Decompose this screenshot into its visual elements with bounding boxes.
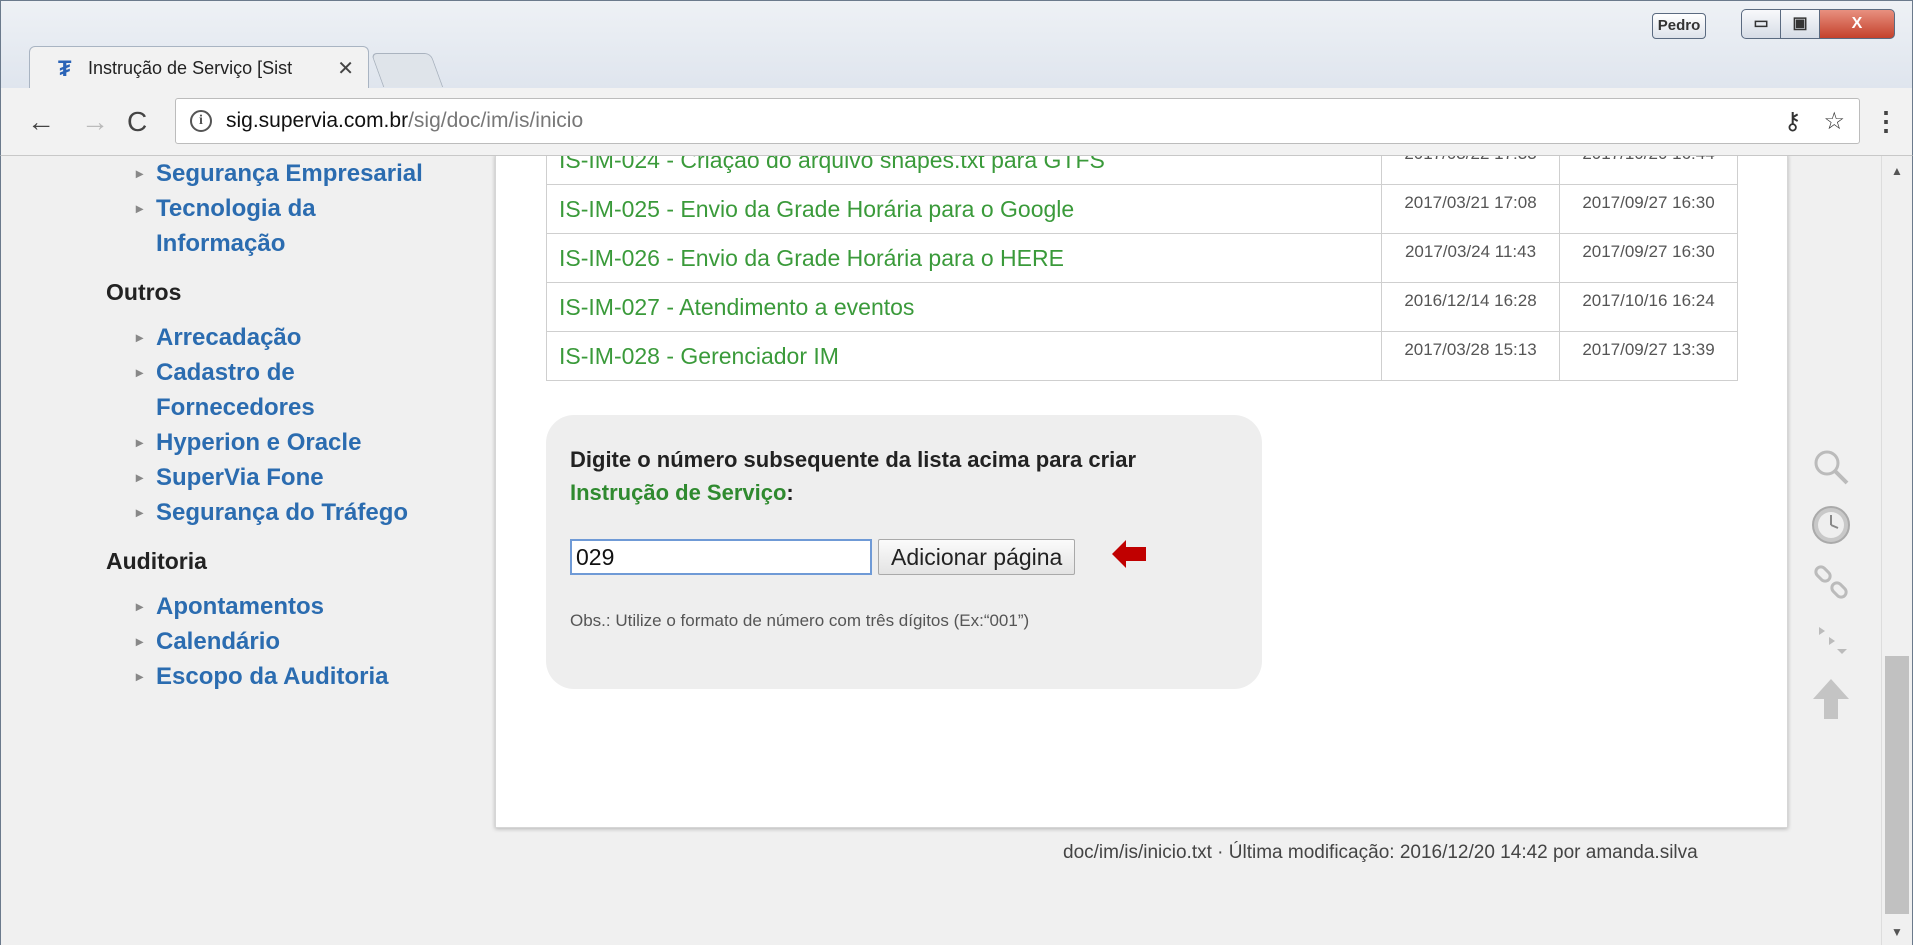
sidebar-item-hyperion[interactable]: ▸ Hyperion e Oracle: [106, 425, 446, 460]
triangle-right-icon: ▸: [136, 200, 144, 216]
bookmark-star-icon[interactable]: ☆: [1823, 107, 1845, 136]
triangle-right-icon: ▸: [136, 598, 144, 614]
sidebar-item-cadastro[interactable]: ▸ Cadastro de: [106, 355, 446, 390]
table-row: IS-IM-026 - Envio da Grade Horária para …: [546, 233, 1738, 283]
favicon-icon: ₮: [58, 55, 72, 81]
red-arrow-icon: [1112, 540, 1146, 568]
form-row: Adicionar página: [570, 539, 1076, 575]
search-icon[interactable]: [1806, 441, 1856, 493]
document-link[interactable]: IS-IM-027 - Atendimento a eventos: [546, 282, 1382, 332]
document-link[interactable]: IS-IM-024 - Criação do arquivo shapes.tx…: [546, 156, 1382, 185]
sidebar-item-arrecadacao[interactable]: ▸ Arrecadação: [106, 320, 446, 355]
page-viewport: ▸ Segurança Empresarial ▸ Tecnologia da …: [0, 156, 1913, 945]
add-page-button[interactable]: Adicionar página: [878, 539, 1076, 575]
triangle-right-icon: ▸: [136, 434, 144, 450]
sidebar-item-tecnologia-cont[interactable]: Informação: [106, 226, 446, 261]
user-profile-button[interactable]: Pedro: [1652, 13, 1706, 39]
form-instruction-highlight: Instrução de Serviço: [570, 480, 787, 505]
document-link[interactable]: IS-IM-026 - Envio da Grade Horária para …: [546, 233, 1382, 283]
modified-date: 2017/09/27 16:30: [1559, 233, 1738, 283]
url-host: sig.supervia.com.br: [226, 109, 409, 132]
modified-date: 2017/10/20 16:44: [1559, 156, 1738, 185]
sidebar-item-supervia-fone[interactable]: ▸ SuperVia Fone: [106, 460, 446, 495]
scrollbar-thumb[interactable]: [1885, 656, 1909, 914]
modified-date: 2017/09/27 16:30: [1559, 184, 1738, 234]
address-bar[interactable]: i sig.supervia.com.br /sig/doc/im/is/ini…: [175, 98, 1860, 144]
new-tab-button[interactable]: [370, 53, 444, 87]
modified-date: 2017/10/16 16:24: [1559, 282, 1738, 332]
clock-icon[interactable]: [1806, 499, 1856, 551]
minimize-button[interactable]: ▭: [1741, 9, 1781, 39]
sidebar-item-seguranca-trafego[interactable]: ▸ Segurança do Tráfego: [106, 495, 446, 530]
content-panel: IS-IM-024 - Criação do arquivo shapes.tx…: [495, 156, 1788, 828]
sidebar-heading-outros: Outros: [106, 279, 182, 305]
triangle-right-icon: ▸: [136, 165, 144, 181]
tab-close-icon[interactable]: ✕: [337, 56, 354, 81]
created-date: 2016/12/14 16:28: [1381, 282, 1560, 332]
page-number-input[interactable]: [570, 539, 872, 575]
forward-button[interactable]: →: [81, 106, 109, 138]
form-note: Obs.: Utilize o formato de número com tr…: [570, 611, 1030, 630]
browser-toolbar: ← → C i sig.supervia.com.br /sig/doc/im/…: [0, 88, 1913, 156]
table-row: IS-IM-024 - Criação do arquivo shapes.tx…: [546, 156, 1738, 185]
sidebar-heading-auditoria: Auditoria: [106, 548, 207, 574]
close-window-button[interactable]: X: [1819, 9, 1895, 39]
sidebar-item-apontamentos[interactable]: ▸ Apontamentos: [106, 589, 446, 624]
created-date: 2017/03/22 17:33: [1381, 156, 1560, 185]
form-instruction: Digite o número subsequente da lista aci…: [570, 447, 1137, 505]
browser-menu-icon[interactable]: ⋮: [1873, 106, 1899, 137]
window-titlebar: Pedro ▭ ▣ X ₮ Instrução de Serviço [Sist…: [0, 0, 1913, 90]
back-button[interactable]: ←: [27, 106, 55, 138]
sidebar-item-seguranca-empresarial[interactable]: ▸ Segurança Empresarial: [106, 156, 446, 191]
maximize-button[interactable]: ▣: [1780, 9, 1820, 39]
page-tools: [1806, 441, 1856, 731]
sidebar-item-cadastro-cont[interactable]: Fornecedores: [106, 390, 446, 425]
key-icon[interactable]: ⚷: [1784, 107, 1802, 136]
sidebar-item-tecnologia[interactable]: ▸ Tecnologia da: [106, 191, 446, 226]
tab-title: Instrução de Serviço [Sist: [88, 58, 293, 78]
browser-tab[interactable]: ₮ Instrução de Serviço [Sist ✕: [29, 46, 369, 90]
table-row: IS-IM-028 - Gerenciador IM 2017/03/28 15…: [546, 331, 1738, 381]
triangle-right-icon: ▸: [136, 329, 144, 345]
sidebar-item-calendario[interactable]: ▸ Calendário: [106, 624, 446, 659]
document-link[interactable]: IS-IM-025 - Envio da Grade Horária para …: [546, 184, 1382, 234]
created-date: 2017/03/21 17:08: [1381, 184, 1560, 234]
vertical-scrollbar[interactable]: ▲ ▼: [1881, 156, 1912, 945]
up-arrow-icon[interactable]: [1806, 673, 1856, 725]
table-row: IS-IM-027 - Atendimento a eventos 2016/1…: [546, 282, 1738, 332]
triangle-right-icon: ▸: [136, 633, 144, 649]
scroll-up-icon[interactable]: ▲: [1891, 164, 1903, 178]
link-icon[interactable]: [1806, 557, 1856, 609]
created-date: 2017/03/24 11:43: [1381, 233, 1560, 283]
triangle-right-icon: ▸: [136, 469, 144, 485]
documents-table: IS-IM-024 - Criação do arquivo shapes.tx…: [546, 156, 1738, 381]
table-row: IS-IM-025 - Envio da Grade Horária para …: [546, 184, 1738, 234]
reload-button[interactable]: C: [127, 106, 147, 138]
modified-date: 2017/09/27 13:39: [1559, 331, 1738, 381]
sidebar-item-escopo[interactable]: ▸ Escopo da Auditoria: [106, 659, 446, 694]
triangle-right-icon: ▸: [136, 668, 144, 684]
triangle-right-icon: ▸: [136, 364, 144, 380]
page-footer-info: doc/im/is/inicio.txt · Última modificaçã…: [1063, 842, 1698, 863]
url-path: /sig/doc/im/is/inicio: [408, 109, 584, 132]
new-page-form: Digite o número subsequente da lista aci…: [546, 415, 1262, 689]
cursor-icon[interactable]: [1806, 615, 1856, 667]
sidebar: ▸ Segurança Empresarial ▸ Tecnologia da …: [106, 156, 446, 694]
triangle-right-icon: ▸: [136, 504, 144, 520]
site-info-icon[interactable]: i: [190, 110, 212, 132]
created-date: 2017/03/28 15:13: [1381, 331, 1560, 381]
document-link[interactable]: IS-IM-028 - Gerenciador IM: [546, 331, 1382, 381]
scroll-down-icon[interactable]: ▼: [1891, 925, 1903, 939]
